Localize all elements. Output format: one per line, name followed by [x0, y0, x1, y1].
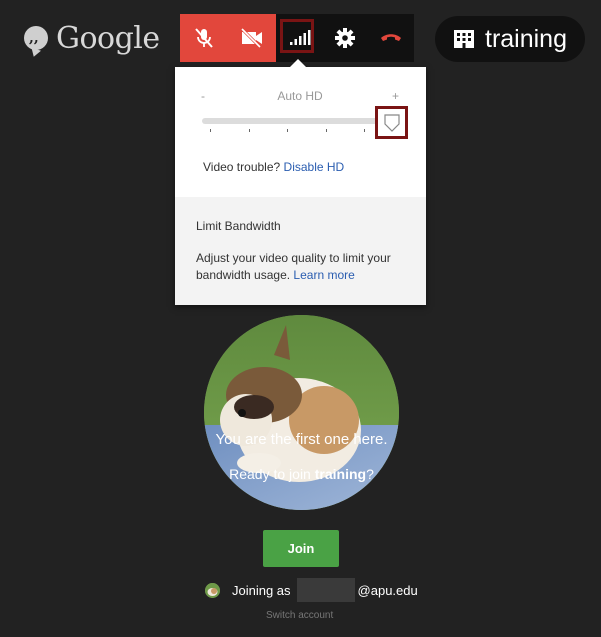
- room-name: training: [485, 24, 567, 53]
- joining-as-label: Joining as: [232, 582, 291, 598]
- hangouts-icon: ,,: [24, 26, 48, 50]
- slider-tick: [287, 129, 288, 132]
- bandwidth-highlight: [280, 19, 314, 53]
- gear-icon: [335, 28, 355, 48]
- bandwidth-button[interactable]: [276, 14, 322, 62]
- disable-hd-link[interactable]: Disable HD: [284, 160, 345, 174]
- ready-prefix: Ready to join: [229, 466, 315, 482]
- slider-thumb-icon: [383, 113, 400, 132]
- mute-microphone-button[interactable]: [180, 14, 228, 62]
- switch-account-link[interactable]: Switch account: [266, 610, 333, 621]
- limit-bandwidth-description: Adjust your video quality to limit your …: [196, 250, 411, 284]
- camera-toggle-button[interactable]: [228, 14, 276, 62]
- redacted-username: [296, 578, 355, 602]
- learn-more-link[interactable]: Learn more: [293, 268, 354, 282]
- microphone-muted-icon: [195, 28, 213, 48]
- slider-tick: [210, 129, 211, 132]
- hang-up-button[interactable]: [368, 14, 414, 62]
- slider-tick: [248, 129, 250, 132]
- ready-to-join-text: Ready to join training?: [204, 466, 399, 482]
- mini-rabbit-icon: [205, 582, 220, 598]
- join-button[interactable]: Join: [263, 530, 339, 567]
- call-toolbar: [180, 14, 414, 62]
- email-domain: @apu.edu: [357, 582, 418, 598]
- joining-as-line: Joining as @apu.edu: [205, 578, 418, 602]
- video-trouble-line: Video trouble? Disable HD: [203, 160, 344, 174]
- slider-tick: [364, 129, 365, 132]
- slider-ticks: [210, 129, 365, 132]
- building-icon: [454, 30, 474, 48]
- room-badge: training: [435, 16, 585, 62]
- settings-button[interactable]: [322, 14, 368, 62]
- bandwidth-popup: - Auto HD + Video trouble? Disable HD Li…: [175, 59, 426, 305]
- video-trouble-text: Video trouble?: [203, 160, 281, 174]
- slider-max-label: +: [391, 89, 399, 103]
- hang-up-icon: [381, 34, 401, 41]
- slider-center-label: Auto HD: [277, 89, 323, 103]
- camera-off-icon: [240, 27, 262, 49]
- ready-room-name: training: [314, 466, 367, 482]
- ready-suffix: ?: [366, 466, 374, 482]
- first-here-text: You are the first one here.: [215, 431, 388, 448]
- quality-slider-thumb[interactable]: [375, 106, 408, 139]
- google-logo: ,, Google: [24, 18, 160, 58]
- logo-text: Google: [56, 20, 160, 56]
- quality-slider-track[interactable]: [202, 118, 392, 124]
- user-avatar-small: [205, 582, 220, 598]
- limit-bandwidth-section: Limit Bandwidth Adjust your video qualit…: [175, 197, 426, 305]
- limit-bandwidth-title: Limit Bandwidth: [196, 219, 281, 233]
- slider-tick: [325, 129, 327, 132]
